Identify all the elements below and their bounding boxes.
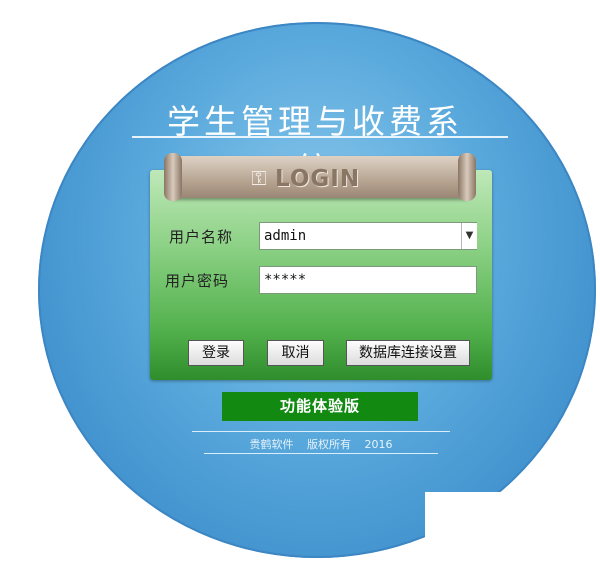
login-person-icon: ⚿ (251, 166, 267, 190)
footer-divider-bottom (204, 453, 438, 454)
chevron-down-icon[interactable]: ▼ (461, 223, 477, 249)
database-settings-button[interactable]: 数据库连接设置 (346, 340, 470, 366)
username-combobox[interactable]: admin (259, 222, 477, 250)
login-banner-text: LOGIN (275, 166, 361, 192)
title-underline (132, 136, 508, 138)
edition-badge: 功能体验版 (222, 392, 418, 421)
cancel-button[interactable]: 取消 (267, 340, 324, 366)
app-title: 学生管理与收费系统 (167, 102, 463, 189)
footer-copyright: 贵鹤软件 版权所有 2016 (249, 438, 393, 451)
password-field[interactable]: ***** (259, 266, 477, 294)
password-label: 用户密码 (165, 272, 230, 290)
login-button[interactable]: 登录 (188, 340, 244, 366)
corner-patch (425, 492, 600, 565)
footer-divider-top (192, 431, 450, 432)
username-label: 用户名称 (169, 228, 234, 246)
